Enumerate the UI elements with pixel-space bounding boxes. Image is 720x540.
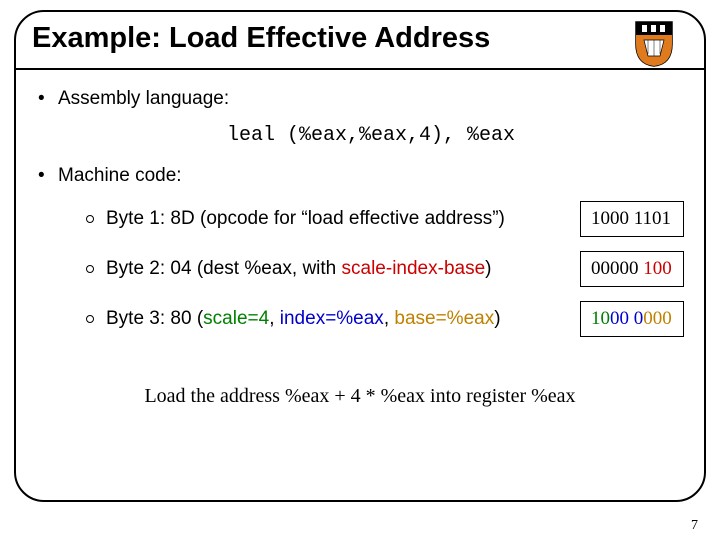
byte1-text: Byte 1: 8D (opcode for “load effective a… [106, 208, 568, 230]
byte2-text: Byte 2: 04 (dest %eax, with scale-index-… [106, 258, 568, 280]
slide-title: Example: Load Effective Address [32, 22, 490, 55]
bullet-list: Assembly language: leal (%eax,%eax,4), %… [36, 88, 684, 337]
byte-list: Byte 1: 8D (opcode for “load effective a… [58, 201, 684, 337]
title-row: Example: Load Effective Address [16, 12, 704, 70]
asm-code: leal (%eax,%eax,4), %eax [58, 124, 684, 147]
byte3-binary: 1000 0000 [580, 301, 684, 337]
asm-label: Assembly language: [58, 88, 229, 109]
princeton-crest-icon [632, 18, 676, 73]
sib-highlight: scale-index-base [342, 258, 486, 279]
mc-label: Machine code: [58, 165, 182, 186]
byte1-binary: 1000 1101 [580, 201, 684, 237]
byte-row-2: Byte 2: 04 (dest %eax, with scale-index-… [58, 251, 684, 287]
bullet-asm: Assembly language: leal (%eax,%eax,4), %… [36, 88, 684, 147]
byte-row-3: Byte 3: 80 (scale=4, index=%eax, base=%e… [58, 301, 684, 337]
byte-row-1: Byte 1: 8D (opcode for “load effective a… [58, 201, 684, 237]
hollow-bullet-icon [86, 315, 94, 323]
slide-frame: Example: Load Effective Address [14, 10, 706, 502]
byte3-text: Byte 3: 80 (scale=4, index=%eax, base=%e… [106, 308, 568, 330]
summary-line: Load the address %eax + 4 * %eax into re… [36, 385, 684, 408]
slide: Example: Load Effective Address [0, 0, 720, 540]
page-number: 7 [691, 518, 698, 534]
slide-body: Assembly language: leal (%eax,%eax,4), %… [16, 70, 704, 408]
hollow-bullet-icon [86, 215, 94, 223]
byte2-binary: 00000 100 [580, 251, 684, 287]
hollow-bullet-icon [86, 265, 94, 273]
bullet-mc: Machine code: Byte 1: 8D (opcode for “lo… [36, 165, 684, 337]
